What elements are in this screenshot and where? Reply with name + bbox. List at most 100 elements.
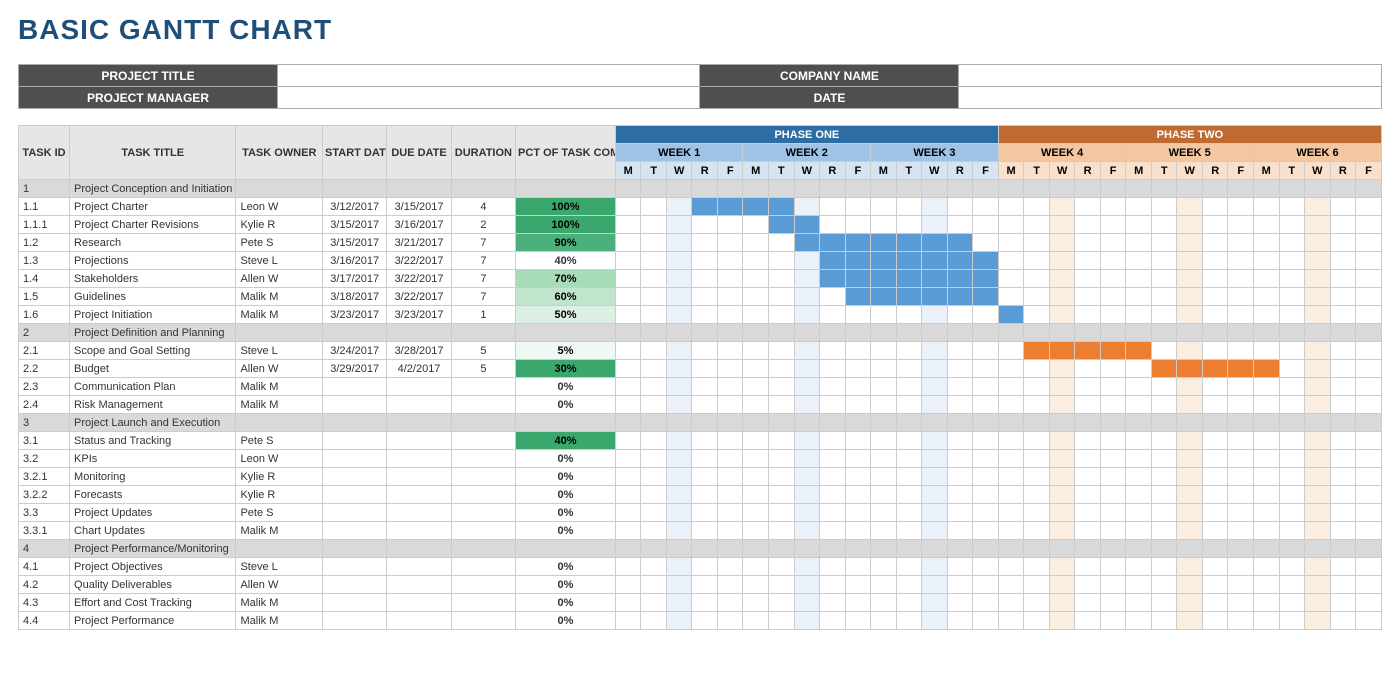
cell-due[interactable]: 3/28/2017 xyxy=(387,342,451,360)
gantt-cell[interactable] xyxy=(769,396,795,414)
gantt-cell[interactable] xyxy=(1024,198,1050,216)
gantt-cell[interactable] xyxy=(1356,450,1382,468)
gantt-cell[interactable] xyxy=(666,540,692,558)
gantt-cell[interactable] xyxy=(947,450,973,468)
cell-pct[interactable]: 0% xyxy=(516,522,616,540)
gantt-cell[interactable] xyxy=(692,396,718,414)
gantt-cell[interactable] xyxy=(615,342,641,360)
gantt-cell[interactable] xyxy=(743,522,769,540)
gantt-cell[interactable] xyxy=(743,378,769,396)
gantt-cell[interactable] xyxy=(769,216,795,234)
gantt-cell[interactable] xyxy=(1100,414,1126,432)
gantt-cell[interactable] xyxy=(717,522,743,540)
gantt-cell[interactable] xyxy=(1151,342,1177,360)
gantt-cell[interactable] xyxy=(615,486,641,504)
gantt-cell[interactable] xyxy=(896,216,922,234)
gantt-cell[interactable] xyxy=(641,252,667,270)
gantt-cell[interactable] xyxy=(896,198,922,216)
gantt-cell[interactable] xyxy=(1024,234,1050,252)
gantt-cell[interactable] xyxy=(1305,324,1331,342)
gantt-cell[interactable] xyxy=(1254,468,1280,486)
cell-task-title[interactable]: Budget xyxy=(70,360,236,378)
gantt-cell[interactable] xyxy=(973,288,999,306)
gantt-cell[interactable] xyxy=(1305,360,1331,378)
cell-due[interactable] xyxy=(387,522,451,540)
gantt-cell[interactable] xyxy=(743,198,769,216)
gantt-cell[interactable] xyxy=(1202,216,1228,234)
gantt-cell[interactable] xyxy=(998,180,1024,198)
cell-task-owner[interactable]: Pete S xyxy=(236,504,323,522)
gantt-cell[interactable] xyxy=(1330,432,1356,450)
cell-task-title[interactable]: Chart Updates xyxy=(70,522,236,540)
gantt-cell[interactable] xyxy=(998,594,1024,612)
gantt-cell[interactable] xyxy=(947,270,973,288)
gantt-cell[interactable] xyxy=(845,324,871,342)
gantt-cell[interactable] xyxy=(871,540,897,558)
gantt-cell[interactable] xyxy=(666,432,692,450)
gantt-cell[interactable] xyxy=(922,216,948,234)
cell-task-id[interactable]: 2.4 xyxy=(19,396,70,414)
gantt-cell[interactable] xyxy=(871,360,897,378)
gantt-cell[interactable] xyxy=(1100,432,1126,450)
gantt-cell[interactable] xyxy=(820,396,846,414)
gantt-cell[interactable] xyxy=(820,234,846,252)
cell-due[interactable] xyxy=(387,414,451,432)
gantt-cell[interactable] xyxy=(998,522,1024,540)
cell-start[interactable] xyxy=(323,576,387,594)
gantt-cell[interactable] xyxy=(922,342,948,360)
cell-start[interactable] xyxy=(323,558,387,576)
gantt-cell[interactable] xyxy=(1024,486,1050,504)
cell-task-title[interactable]: Project Initiation xyxy=(70,306,236,324)
meta-project-title-value[interactable] xyxy=(277,65,700,87)
cell-pct[interactable]: 0% xyxy=(516,558,616,576)
gantt-cell[interactable] xyxy=(1228,342,1254,360)
gantt-cell[interactable] xyxy=(743,342,769,360)
cell-start[interactable]: 3/23/2017 xyxy=(323,306,387,324)
gantt-cell[interactable] xyxy=(1305,468,1331,486)
gantt-cell[interactable] xyxy=(845,270,871,288)
gantt-cell[interactable] xyxy=(1202,306,1228,324)
gantt-cell[interactable] xyxy=(1254,216,1280,234)
gantt-cell[interactable] xyxy=(1356,468,1382,486)
gantt-cell[interactable] xyxy=(1151,396,1177,414)
gantt-cell[interactable] xyxy=(717,558,743,576)
gantt-cell[interactable] xyxy=(998,216,1024,234)
gantt-cell[interactable] xyxy=(1075,486,1101,504)
gantt-cell[interactable] xyxy=(1075,612,1101,630)
gantt-cell[interactable] xyxy=(641,360,667,378)
gantt-cell[interactable] xyxy=(1177,414,1203,432)
gantt-cell[interactable] xyxy=(1049,414,1075,432)
gantt-cell[interactable] xyxy=(1305,270,1331,288)
gantt-cell[interactable] xyxy=(922,396,948,414)
gantt-cell[interactable] xyxy=(1228,198,1254,216)
gantt-cell[interactable] xyxy=(1075,540,1101,558)
gantt-cell[interactable] xyxy=(998,270,1024,288)
gantt-cell[interactable] xyxy=(769,324,795,342)
table-row[interactable]: 1.1Project CharterLeon W3/12/20173/15/20… xyxy=(19,198,1382,216)
gantt-cell[interactable] xyxy=(1228,468,1254,486)
gantt-cell[interactable] xyxy=(794,468,820,486)
cell-start[interactable]: 3/17/2017 xyxy=(323,270,387,288)
gantt-cell[interactable] xyxy=(1305,180,1331,198)
gantt-cell[interactable] xyxy=(1024,432,1050,450)
gantt-cell[interactable] xyxy=(973,594,999,612)
gantt-cell[interactable] xyxy=(973,396,999,414)
cell-due[interactable]: 3/21/2017 xyxy=(387,234,451,252)
gantt-cell[interactable] xyxy=(845,432,871,450)
cell-task-title[interactable]: Status and Tracking xyxy=(70,432,236,450)
gantt-cell[interactable] xyxy=(1100,486,1126,504)
gantt-cell[interactable] xyxy=(1330,252,1356,270)
gantt-cell[interactable] xyxy=(717,324,743,342)
gantt-cell[interactable] xyxy=(1305,198,1331,216)
gantt-cell[interactable] xyxy=(947,360,973,378)
gantt-cell[interactable] xyxy=(1202,540,1228,558)
gantt-cell[interactable] xyxy=(1228,540,1254,558)
gantt-cell[interactable] xyxy=(717,270,743,288)
gantt-cell[interactable] xyxy=(692,612,718,630)
gantt-cell[interactable] xyxy=(769,558,795,576)
gantt-cell[interactable] xyxy=(717,414,743,432)
gantt-cell[interactable] xyxy=(1177,540,1203,558)
gantt-cell[interactable] xyxy=(1228,270,1254,288)
gantt-cell[interactable] xyxy=(1279,450,1305,468)
cell-start[interactable] xyxy=(323,468,387,486)
